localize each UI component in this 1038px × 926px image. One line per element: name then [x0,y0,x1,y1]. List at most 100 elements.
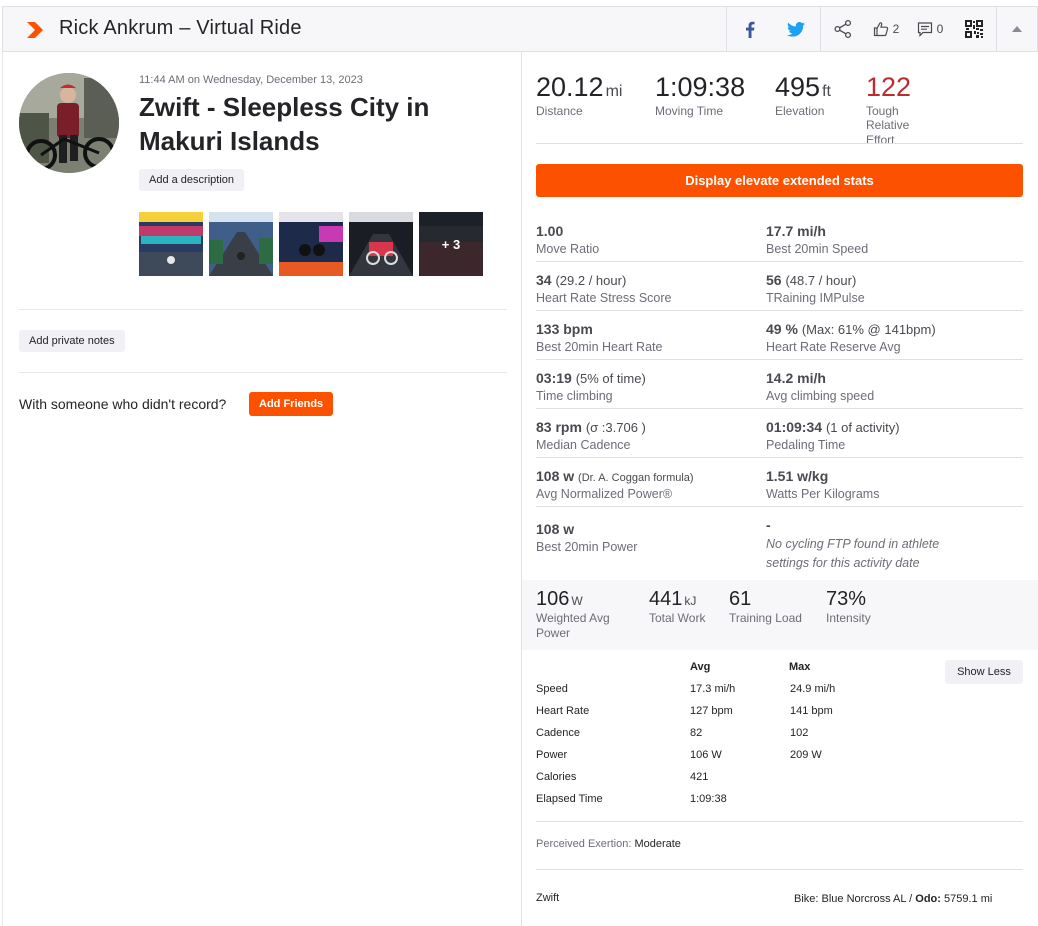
stat-label: Training Load [729,611,802,625]
photo-thumbnail[interactable] [209,212,273,276]
stat-value: 108 w [536,468,575,484]
extended-stats-row: 108 w (Dr. A. Coggan formula) Avg Normal… [536,458,1023,507]
stat-median-cadence: 83 rpm (σ :3.706 ) Median Cadence [536,409,766,457]
extended-stats-row: 1.00 Move Ratio 17.7 mi/h Best 20min Spe… [536,213,1023,262]
stat-distance: 20.12 mi Distance [536,72,622,118]
comments-button[interactable]: 0 [908,7,952,51]
stat-label: Total Work [649,611,706,625]
stat-training-load: 61 Training Load [729,588,802,626]
bike-info: Bike: Blue Norcross AL / Odo: 5759.1 mi [794,893,992,905]
more-photos-count: + 3 [419,212,483,276]
stat-label: Median Cadence [536,438,631,452]
stat-sub: (Max: 61% @ 141bpm) [801,322,936,337]
stat-best-20min-hr: 133 bpm Best 20min Heart Rate [536,311,766,359]
table-row: Speed 17.3 mi/h 24.9 mi/h [536,683,856,705]
qr-code-button[interactable] [952,7,996,51]
zwift-screenshot [349,212,413,276]
photo-strip: + 3 [139,212,483,276]
stat-value: 01:09:34 [766,419,823,435]
kudos-button[interactable]: 2 [864,7,908,51]
row-avg: 82 [690,727,703,739]
extended-stats-row: 108 w Best 20min Power - No cycling FTP … [536,507,1023,573]
power-summary: 106 W Weighted Avg Power 441 kJ Total Work… [522,580,1038,650]
photo-thumbnail-more[interactable]: + 3 [419,212,483,276]
share-icon [833,19,851,39]
stat-value: 14.2 mi/h [766,370,826,386]
header-title: Rick Ankrum – Virtual Ride [59,17,302,39]
row-avg: 17.3 mi/h [690,683,736,695]
photo-thumbnail[interactable] [349,212,413,276]
exertion-label: Perceived Exertion: [536,838,632,850]
stat-sub: (Dr. A. Coggan formula) [578,472,694,484]
stat-sub: (σ :3.706 ) [585,420,646,435]
stat-hr-reserve: 49 % (Max: 61% @ 141bpm) Heart Rate Rese… [766,311,1023,359]
extended-stats-row: 03:19 (5% of time) Time climbing 14.2 mi… [536,360,1023,409]
stat-value: 83 rpm [536,419,582,435]
add-friends-button[interactable]: Add Friends [249,392,334,416]
elevate-extended-stats-button[interactable]: Display elevate extended stats [536,164,1023,197]
comment-icon [917,22,932,37]
extended-stats-row: 34 (29.2 / hour) Heart Rate Stress Score… [536,262,1023,311]
stat-best-20min-speed: 17.7 mi/h Best 20min Speed [766,213,1023,261]
stat-avg-climbing-speed: 14.2 mi/h Avg climbing speed [766,360,1023,408]
table-row: Cadence 82 102 [536,727,856,749]
extended-stats-row: 133 bpm Best 20min Heart Rate 49 % (Max:… [536,311,1023,360]
facebook-icon [745,21,754,38]
stat-label: Pedaling Time [766,438,846,452]
zwift-screenshot [139,212,203,276]
stat-value: 73% [826,588,867,610]
stat-time-climbing: 03:19 (5% of time) Time climbing [536,360,766,408]
stat-value: 49 % [766,321,798,337]
table-row: Elapsed Time 1:09:38 [536,793,856,815]
comments-count: 0 [936,22,944,36]
activity-summary: 11:44 AM on Wednesday, December 13, 2023… [2,52,522,926]
row-max: 141 bpm [790,705,833,717]
stat-value: 106 [536,588,570,610]
thumbs-up-icon [873,22,888,37]
stat-sub: (48.7 / hour) [785,273,857,288]
stat-label: Heart Rate Stress Score [536,291,672,305]
stat-label: Best 20min Speed [766,242,869,256]
facebook-share-button[interactable] [726,7,772,51]
stat-value: 1.00 [536,223,564,239]
twitter-share-button[interactable] [772,7,820,51]
stat-sub: (5% of time) [575,371,646,386]
stat-unit: kJ [684,594,697,608]
collapse-button[interactable] [996,7,1037,51]
share-button[interactable] [820,7,864,51]
stat-label: Time climbing [536,389,613,403]
stat-value: 61 [729,588,752,610]
table-row: Calories 421 [536,771,856,793]
stat-label: Watts Per Kilograms [766,487,880,501]
caret-up-icon [1012,26,1022,32]
section-divider [19,309,507,310]
elevation-unit: ft [822,83,831,100]
photo-thumbnail[interactable] [279,212,343,276]
add-description-button[interactable]: Add a description [139,169,244,191]
show-less-button[interactable]: Show Less [945,660,1023,684]
athlete-avatar[interactable] [19,73,119,173]
athlete-photo [19,73,119,173]
stat-label: Avg climbing speed [766,389,875,403]
add-private-notes-button[interactable]: Add private notes [19,330,125,352]
stat-normalized-power: 108 w (Dr. A. Coggan formula) Avg Normal… [536,458,766,506]
stat-label: TRaining IMPulse [766,291,865,305]
stat-label: Power [536,626,571,640]
row-label: Speed [536,683,568,695]
section-divider [19,372,507,373]
stat-value: 17.7 mi/h [766,223,826,239]
activity-header: Rick Ankrum – Virtual Ride 2 0 [2,6,1038,52]
column-header-avg: Avg [690,661,711,673]
row-avg: 127 bpm [690,705,733,717]
row-avg: 1:09:38 [690,793,727,805]
row-max: 102 [790,727,809,739]
odometer-label: Odo: [915,893,941,905]
stat-label: Avg Normalized Power® [536,487,673,501]
distance-label: Distance [536,104,583,118]
column-header-max: Max [789,661,811,673]
photo-thumbnail[interactable] [139,212,203,276]
stat-relative-effort[interactable]: 122 Tough Relative Effort [866,72,911,147]
row-avg: 421 [690,771,709,783]
stat-weighted-avg-power: 106 W Weighted Avg Power [536,588,610,641]
stat-move-ratio: 1.00 Move Ratio [536,213,766,261]
